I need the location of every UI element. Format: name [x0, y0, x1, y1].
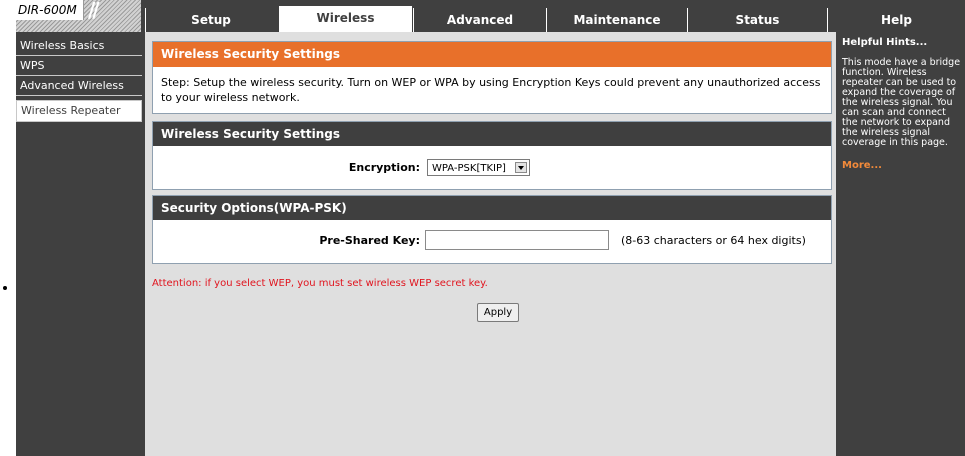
logo-model: DIR-600M: [16, 0, 84, 20]
help-more-link[interactable]: More...: [838, 148, 965, 171]
help-panel: Helpful Hints... This mode have a bridge…: [838, 32, 965, 171]
attention-text: Attention: if you select WEP, you must s…: [152, 278, 488, 289]
main-content: Wireless Security Settings Step: Setup t…: [145, 32, 836, 456]
encryption-value: WPA-PSK[TKIP]: [432, 163, 506, 174]
sidebar-item-wps[interactable]: WPS: [16, 56, 142, 76]
options-panel: Security Options(WPA-PSK) Pre-Shared Key…: [152, 195, 832, 264]
intro-title: Wireless Security Settings: [153, 42, 831, 67]
tab-advanced[interactable]: Advanced: [413, 8, 546, 32]
apply-button[interactable]: Apply: [477, 303, 519, 322]
psk-label: Pre-Shared Key:: [319, 234, 420, 247]
tab-status[interactable]: Status: [687, 8, 827, 32]
encryption-select[interactable]: WPA-PSK[TKIP]: [427, 159, 530, 176]
sidebar-item-advanced-wireless[interactable]: Advanced Wireless: [16, 76, 142, 96]
security-panel: Wireless Security Settings Encryption: W…: [152, 121, 832, 190]
sidebar-item-wireless-basics[interactable]: Wireless Basics: [16, 36, 142, 56]
intro-text: Step: Setup the wireless security. Turn …: [161, 76, 821, 104]
router-admin-frame: DIR-600M // Setup Wireless Advanced Main…: [16, 0, 965, 456]
psk-input[interactable]: [425, 230, 609, 250]
tab-wireless[interactable]: Wireless: [278, 5, 413, 32]
help-title: Helpful Hints...: [842, 37, 928, 48]
tab-maintenance[interactable]: Maintenance: [546, 8, 687, 32]
logo-slashes-icon: //: [88, 0, 99, 22]
psk-hint: (8-63 characters or 64 hex digits): [621, 234, 806, 247]
options-title: Security Options(WPA-PSK): [153, 196, 831, 220]
security-title: Wireless Security Settings: [153, 122, 831, 146]
tab-setup[interactable]: Setup: [145, 8, 276, 32]
tab-help[interactable]: Help: [827, 8, 965, 32]
sidebar-menu: Wireless Basics WPS Advanced Wireless Wi…: [16, 32, 142, 122]
sidebar-item-wireless-repeater[interactable]: Wireless Repeater: [16, 100, 142, 122]
chevron-down-icon[interactable]: [515, 162, 527, 173]
intro-panel: Wireless Security Settings Step: Setup t…: [152, 41, 832, 114]
encryption-label: Encryption:: [348, 161, 420, 174]
logo-area: DIR-600M //: [16, 0, 141, 32]
bullet-dot: [3, 286, 7, 290]
help-text: This mode have a bridge function. Wirele…: [842, 57, 961, 148]
